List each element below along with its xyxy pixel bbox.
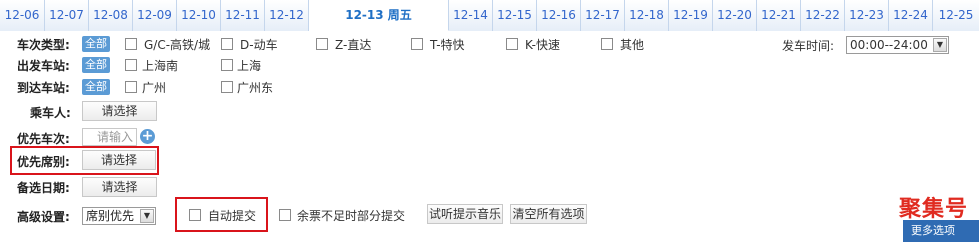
auto-submit-checkbox[interactable]	[189, 209, 201, 221]
depart-time-label: 发车时间:	[782, 39, 835, 53]
date-tab[interactable]: 12-15	[493, 0, 537, 31]
from-station-checkbox[interactable]	[221, 59, 233, 71]
chevron-down-icon: ▼	[933, 38, 947, 52]
to-station-label: 到达车站:	[17, 81, 70, 95]
alt-date-select-button[interactable]: 请选择	[82, 177, 157, 197]
watermark-logo: 聚集号	[899, 197, 969, 222]
date-tab[interactable]: 12-14	[449, 0, 493, 31]
advanced-select[interactable]: 席别优先 ▼	[82, 207, 156, 225]
train-type-checkbox[interactable]	[221, 38, 233, 50]
to-station-all-button[interactable]: 全部	[82, 79, 110, 95]
more-options-button[interactable]: 更多选项	[903, 220, 979, 242]
clear-all-button[interactable]: 清空所有选项	[510, 204, 587, 224]
train-type-checkbox[interactable]	[601, 38, 613, 50]
to-station-checkbox[interactable]	[221, 81, 233, 93]
date-tab[interactable]: 12-21	[757, 0, 801, 31]
date-tab[interactable]: 12-06	[0, 0, 45, 31]
add-icon[interactable]: +	[140, 129, 155, 144]
train-type-checkbox[interactable]	[316, 38, 328, 50]
train-type-option: 其他	[620, 38, 645, 52]
date-tab-active[interactable]: 12-13 周五	[309, 0, 449, 31]
date-tab[interactable]: 12-08	[89, 0, 133, 31]
chevron-down-icon: ▼	[140, 209, 154, 223]
from-station-option: 上海南	[142, 59, 179, 73]
depart-time-select[interactable]: 00:00--24:00 ▼	[846, 36, 949, 54]
to-station-option: 广州东	[237, 81, 274, 95]
depart-time-value: 00:00--24:00	[850, 38, 928, 52]
date-tab[interactable]: 12-20	[713, 0, 757, 31]
from-station-option: 上海	[237, 59, 262, 73]
train-type-option: D-动车	[240, 38, 278, 52]
date-tab[interactable]: 12-22	[801, 0, 845, 31]
from-station-checkbox[interactable]	[125, 59, 137, 71]
date-tab[interactable]: 12-11	[221, 0, 265, 31]
date-tab[interactable]: 12-07	[45, 0, 89, 31]
date-tab[interactable]: 12-16	[537, 0, 581, 31]
priority-train-label: 优先车次:	[17, 132, 70, 146]
train-type-label: 车次类型:	[17, 38, 70, 52]
partial-submit-label: 余票不足时部分提交	[297, 209, 406, 223]
train-type-checkbox[interactable]	[411, 38, 423, 50]
date-tab[interactable]: 12-25	[933, 0, 979, 31]
train-type-option: Z-直达	[335, 38, 372, 52]
train-type-option: T-特快	[430, 38, 465, 52]
to-station-option: 广州	[142, 81, 167, 95]
train-type-all-button[interactable]: 全部	[82, 36, 110, 52]
date-tab[interactable]: 12-10	[177, 0, 221, 31]
auto-submit-label: 自动提交	[208, 209, 257, 223]
from-station-label: 出发车站:	[17, 59, 70, 73]
priority-seat-label: 优先席别:	[17, 155, 70, 169]
train-type-option: G/C-高铁/城	[144, 38, 211, 52]
passenger-label: 乘车人:	[30, 106, 71, 120]
date-tabs: 12-06 12-07 12-08 12-09 12-10 12-11 12-1…	[0, 0, 979, 31]
priority-train-input[interactable]: 请输入	[82, 128, 137, 146]
date-tab[interactable]: 12-12	[265, 0, 309, 31]
train-type-option: K-快速	[525, 38, 560, 52]
to-station-checkbox[interactable]	[125, 81, 137, 93]
train-type-checkbox[interactable]	[506, 38, 518, 50]
date-tab[interactable]: 12-23	[845, 0, 889, 31]
date-tab[interactable]: 12-19	[669, 0, 713, 31]
passenger-select-button[interactable]: 请选择	[82, 101, 157, 121]
advanced-label: 高级设置:	[17, 210, 70, 224]
train-type-checkbox[interactable]	[125, 38, 137, 50]
date-tab[interactable]: 12-09	[133, 0, 177, 31]
date-tab[interactable]: 12-24	[889, 0, 933, 31]
partial-submit-checkbox[interactable]	[279, 209, 291, 221]
alt-date-label: 备选日期:	[17, 181, 70, 195]
date-tab[interactable]: 12-18	[625, 0, 669, 31]
priority-seat-select-button[interactable]: 请选择	[82, 150, 156, 170]
date-tab[interactable]: 12-17	[581, 0, 625, 31]
test-music-button[interactable]: 试听提示音乐	[427, 204, 503, 224]
from-station-all-button[interactable]: 全部	[82, 57, 110, 73]
advanced-select-value: 席别优先	[86, 209, 135, 223]
